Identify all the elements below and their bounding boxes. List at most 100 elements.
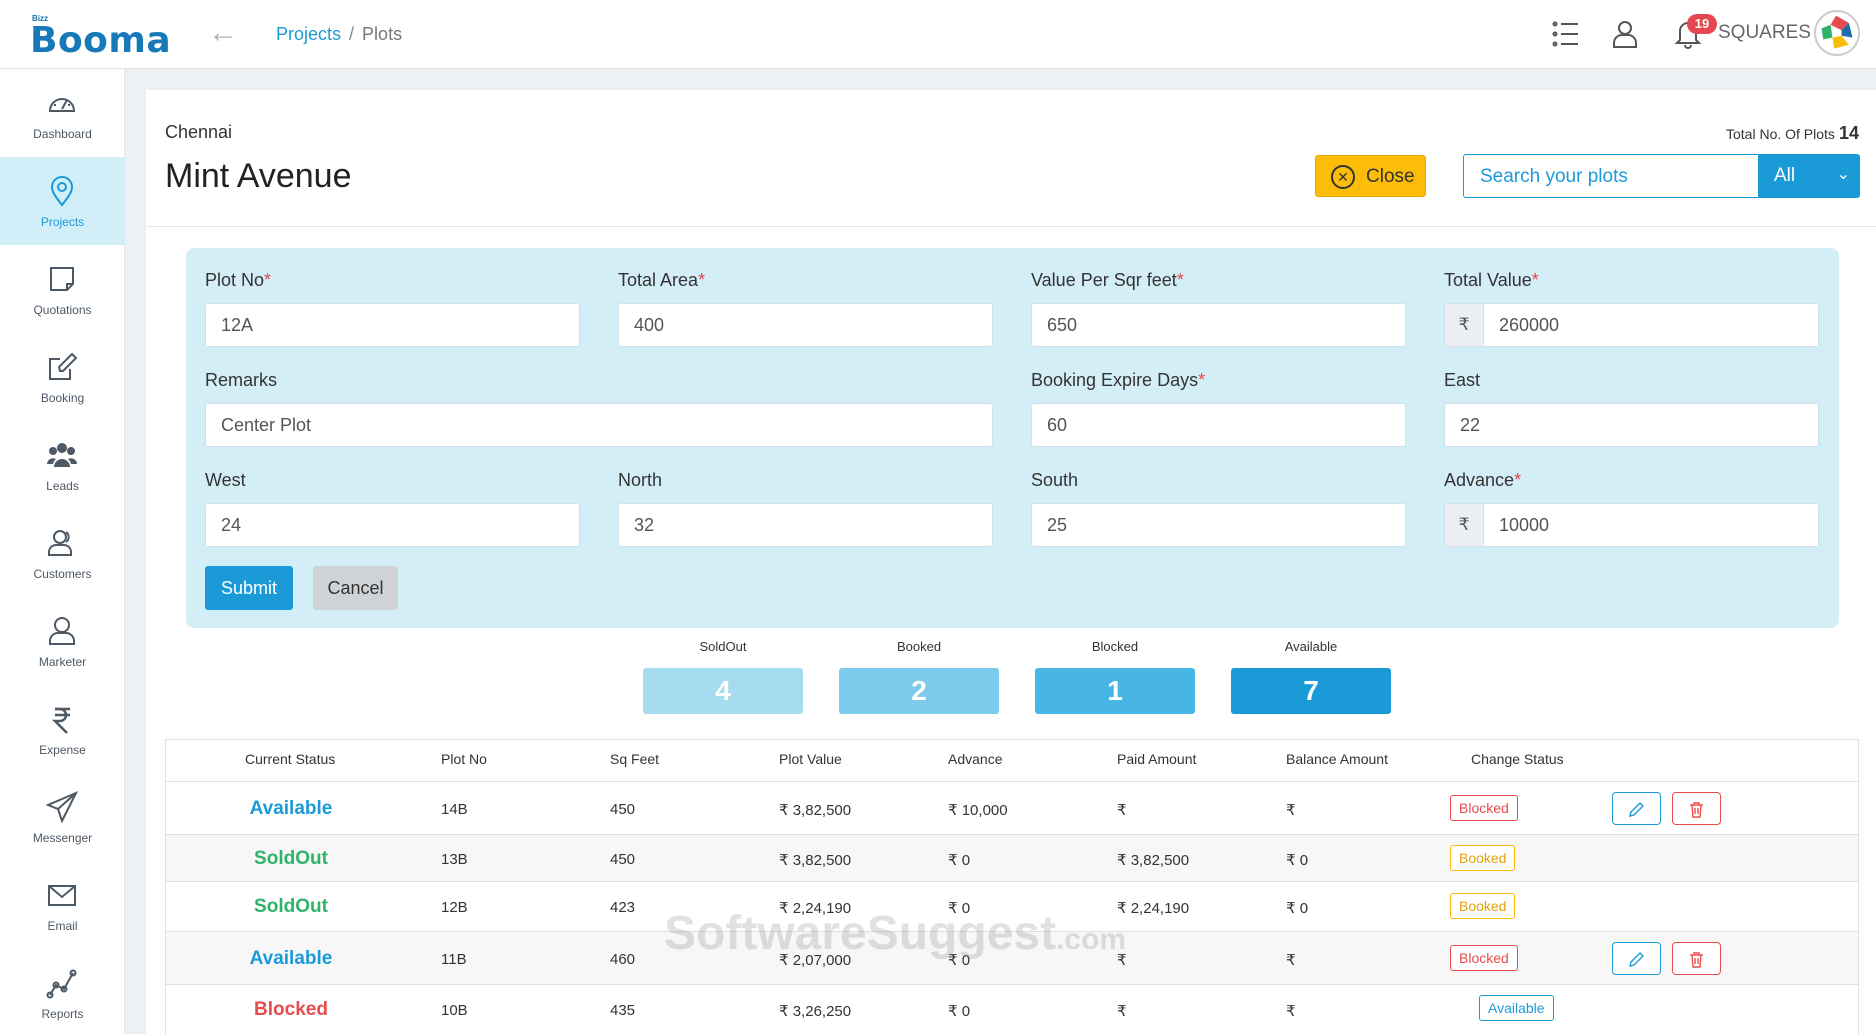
value-per-sqft-field[interactable]: 650 bbox=[1031, 303, 1406, 347]
divider bbox=[146, 226, 1876, 227]
edit-button[interactable] bbox=[1612, 942, 1661, 975]
send-icon bbox=[46, 791, 78, 823]
search-input[interactable]: Search your plots bbox=[1463, 154, 1759, 198]
remarks-label: Remarks bbox=[205, 370, 278, 390]
label-text: Total Value bbox=[1444, 270, 1532, 290]
blocked-count-label: Blocked bbox=[1091, 639, 1139, 654]
sidebar-item-reports[interactable]: Reports bbox=[0, 949, 125, 1034]
gauge-icon bbox=[48, 98, 76, 112]
column-header: Advance bbox=[948, 751, 1003, 767]
sidebar-item-label: Leads bbox=[46, 479, 79, 493]
map-pin-icon bbox=[50, 176, 74, 207]
filter-select[interactable]: All ⌄ bbox=[1758, 154, 1860, 198]
sidebar-item-marketer[interactable]: Marketer bbox=[0, 597, 125, 685]
plots-table: Current Status Plot No Sq Feet Plot Valu… bbox=[165, 739, 1859, 1034]
breadcrumb-current: Plots bbox=[362, 24, 403, 44]
sidebar-item-customers[interactable]: Customers bbox=[0, 509, 125, 597]
chart-icon bbox=[46, 969, 77, 999]
remarks-field[interactable]: Center Plot bbox=[205, 403, 993, 447]
available-count[interactable]: 7 bbox=[1231, 668, 1391, 714]
status-text: SoldOut bbox=[254, 896, 328, 917]
pencil-icon bbox=[1629, 802, 1644, 817]
total-area-field[interactable]: 400 bbox=[618, 303, 993, 347]
label-text: Value Per Sqr feet bbox=[1031, 270, 1177, 290]
close-button[interactable]: ✕ Close bbox=[1315, 155, 1426, 197]
sidebar-item-label: Quotations bbox=[33, 303, 92, 317]
booked-count-label: Booked bbox=[896, 639, 942, 654]
total-area-label: Total Area* bbox=[618, 270, 705, 291]
change-status-button[interactable]: Available bbox=[1479, 995, 1554, 1021]
list-icon[interactable] bbox=[1550, 18, 1582, 50]
sidebar-item-leads[interactable]: Leads bbox=[0, 421, 125, 509]
column-header: Balance Amount bbox=[1286, 751, 1388, 767]
booked-count[interactable]: 2 bbox=[839, 668, 999, 714]
plot-no-cell: 10B bbox=[441, 1002, 468, 1019]
sidebar-item-dashboard[interactable]: Dashboard bbox=[0, 69, 125, 157]
sidebar-item-messenger[interactable]: Messenger bbox=[0, 773, 125, 861]
change-status-button[interactable]: Booked bbox=[1450, 845, 1516, 871]
breadcrumb-projects[interactable]: Projects bbox=[276, 24, 341, 44]
watermark-main: SoftwareSuggest bbox=[664, 907, 1057, 960]
profile-icon[interactable] bbox=[1609, 18, 1641, 50]
top-bar: Bizz Booma ← Projects / Plots 19 SQUARES bbox=[0, 0, 1876, 69]
rupee-icon: ₹ bbox=[1444, 503, 1484, 547]
plot-no-field[interactable]: 12A bbox=[205, 303, 580, 347]
paid-cell: ₹ 3,82,500 bbox=[1117, 852, 1190, 869]
trash-icon bbox=[1690, 802, 1703, 818]
soldout-count-label: SoldOut bbox=[699, 639, 747, 654]
south-field[interactable]: 25 bbox=[1031, 503, 1406, 547]
sidebar-item-booking[interactable]: Booking bbox=[0, 333, 125, 421]
west-field[interactable]: 24 bbox=[205, 503, 580, 547]
avatar[interactable] bbox=[1814, 10, 1860, 56]
delete-button[interactable] bbox=[1672, 792, 1721, 825]
table-row: SoldOut 13B 450 ₹ 3,82,500 ₹ 0 ₹ 3,82,50… bbox=[166, 834, 1858, 881]
sidebar-item-label: Reports bbox=[41, 1007, 84, 1021]
user-icon bbox=[49, 617, 75, 645]
edit-icon bbox=[49, 352, 78, 380]
sidebar-item-quotations[interactable]: Quotations bbox=[0, 245, 125, 333]
change-status-button[interactable]: Blocked bbox=[1450, 945, 1518, 971]
delete-button[interactable] bbox=[1672, 942, 1721, 975]
column-header: Plot Value bbox=[779, 751, 842, 767]
sidebar-item-email[interactable]: Email bbox=[0, 861, 125, 949]
back-arrow-icon[interactable]: ← bbox=[208, 18, 238, 48]
paid-cell: ₹ 2,24,190 bbox=[1117, 900, 1190, 917]
sidebar-item-label: Email bbox=[47, 919, 78, 933]
change-status-button[interactable]: Booked bbox=[1450, 893, 1516, 919]
north-field[interactable]: 32 bbox=[618, 503, 993, 547]
sq-feet-cell: 460 bbox=[610, 951, 636, 968]
page-title: Mint Avenue bbox=[165, 157, 352, 195]
total-value-field[interactable]: 260000 bbox=[1483, 303, 1819, 347]
advance-field[interactable]: 10000 bbox=[1483, 503, 1819, 547]
label-text: Plot No bbox=[205, 270, 265, 290]
east-label: East bbox=[1444, 370, 1481, 390]
app-logo[interactable]: Bizz Booma bbox=[30, 12, 171, 61]
plot-no-cell: 11B bbox=[441, 951, 467, 968]
soldout-count[interactable]: 4 bbox=[643, 668, 803, 714]
sidebar-item-expense[interactable]: Expense bbox=[0, 685, 125, 773]
required-mark: * bbox=[1198, 370, 1206, 390]
filter-value: All bbox=[1774, 165, 1796, 186]
east-field[interactable]: 22 bbox=[1444, 403, 1819, 447]
status-text: Available bbox=[249, 948, 333, 969]
edit-button[interactable] bbox=[1612, 792, 1661, 825]
cancel-button[interactable]: Cancel bbox=[313, 566, 398, 610]
plot-no-label: Plot No* bbox=[205, 270, 271, 291]
column-header: Current Status bbox=[245, 751, 336, 767]
balance-cell: ₹ 0 bbox=[1286, 852, 1309, 869]
booking-expire-field[interactable]: 60 bbox=[1031, 403, 1406, 447]
status-text: SoldOut bbox=[254, 848, 328, 869]
submit-button[interactable]: Submit bbox=[205, 566, 293, 610]
org-logo-icon bbox=[1821, 15, 1853, 49]
change-status-button[interactable]: Blocked bbox=[1450, 795, 1518, 821]
sidebar-item-projects[interactable]: Projects bbox=[0, 157, 125, 245]
paid-cell: ₹ bbox=[1117, 1003, 1127, 1020]
label-text: Advance bbox=[1444, 470, 1515, 490]
required-mark: * bbox=[1531, 270, 1539, 290]
sidebar-item-label: Marketer bbox=[38, 655, 87, 669]
blocked-count[interactable]: 1 bbox=[1035, 668, 1195, 714]
sidebar-item-label: Customers bbox=[33, 567, 92, 581]
status-text: Blocked bbox=[254, 999, 328, 1020]
required-mark: * bbox=[698, 270, 706, 290]
advance-cell: ₹ 0 bbox=[948, 852, 971, 869]
